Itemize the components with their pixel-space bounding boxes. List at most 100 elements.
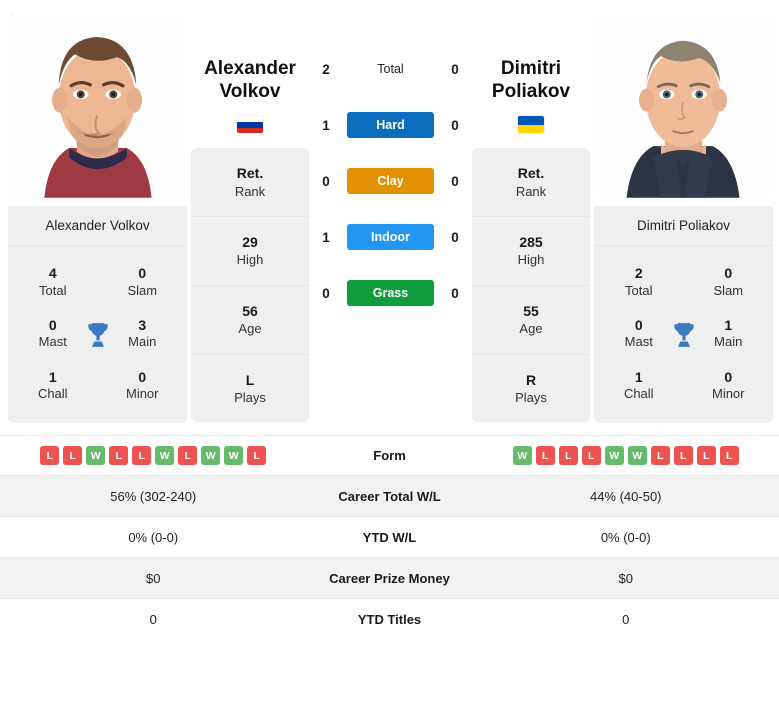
h2h-indoor-label: Indoor [347, 224, 434, 250]
form-badge-l: L [247, 446, 267, 466]
h2h-indoor-right: 0 [451, 229, 459, 245]
right-prize-money: $0 [618, 570, 633, 586]
h2h-total-right: 0 [451, 61, 459, 77]
left-player-portrait [8, 14, 187, 198]
left-prize-money: $0 [146, 570, 161, 586]
form-badge-w: W [155, 446, 175, 466]
h2h-grass-left: 0 [322, 285, 330, 301]
right-form-badges: WLLLWWLLLL [495, 446, 758, 466]
left-player-last-name: Volkov [219, 81, 281, 103]
right-titles-total: 2 Total [625, 265, 653, 298]
right-titles-chall: 1 Chall [623, 368, 654, 402]
left-player-card: Alexander Volkov 4 Total 0 Slam 0 Mast 3… [4, 14, 191, 424]
form-badge-l: L [40, 446, 60, 466]
form-badge-l: L [581, 446, 601, 466]
right-age-row: 55 Age [472, 286, 590, 355]
left-titles-total: 4 Total [39, 265, 67, 298]
form-badge-w: W [627, 446, 647, 466]
left-player-heading: Alexander Volkov [191, 41, 309, 134]
stats-label-ytd-titles: YTD Titles [357, 611, 422, 627]
left-ytd-titles: 0 [149, 611, 157, 627]
right-ytd-titles: 0 [622, 611, 630, 627]
stats-label-career-wl: Career Total W/L [338, 488, 441, 504]
left-player-name-label: Alexander Volkov [8, 206, 187, 246]
left-player-flag-russia [237, 116, 263, 134]
form-badge-w: W [512, 446, 532, 466]
h2h-hard-label: Hard [347, 112, 434, 138]
right-player-heading: Dimitri Poliakov [472, 41, 590, 134]
left-high-row: 29 High [191, 217, 309, 286]
form-badge-l: L [719, 446, 739, 466]
stats-label-prize-money: Career Prize Money [329, 570, 450, 586]
right-titles-main: 1 Main [714, 316, 743, 350]
form-badge-w: W [201, 446, 221, 466]
left-ytd-wl: 0% (0-0) [128, 529, 179, 545]
form-badge-l: L [650, 446, 670, 466]
h2h-hard-left: 1 [322, 117, 330, 133]
left-titles-minor: 0 Minor [125, 368, 159, 402]
form-badge-l: L [63, 446, 83, 466]
left-player-info: Alexander Volkov Ret. Rank 29 High 56 Ag… [191, 14, 309, 423]
form-badge-l: L [558, 446, 578, 466]
left-rank-row: Ret. Rank [191, 148, 309, 218]
left-titles-slam: 0 Slam [127, 265, 158, 298]
right-titles-slam: 0 Slam [713, 265, 744, 298]
form-badge-l: L [178, 446, 198, 466]
h2h-row-grass: 0 Grass 0 [309, 265, 472, 321]
player-comparison: Alexander Volkov 4 Total 0 Slam 0 Mast 3… [0, 14, 779, 424]
stats-label-ytd-wl: YTD W/L [362, 529, 417, 545]
right-titles-grid: 2 Total 0 Slam 0 Mast 1 Main 1 Chall 0 M… [594, 246, 773, 423]
form-badge-w: W [86, 446, 106, 466]
left-titles-chall: 1 Chall [37, 368, 68, 402]
stats-label-form: Form [373, 448, 406, 464]
h2h-clay-left: 0 [322, 173, 330, 189]
right-player-photo [594, 14, 773, 206]
right-player-last-name: Poliakov [491, 81, 571, 103]
right-titles-minor: 0 Minor [711, 368, 745, 402]
form-badge-w: W [224, 446, 244, 466]
left-age-row: 56 Age [191, 286, 309, 355]
left-titles-main: 3 Main [128, 316, 157, 350]
comparison-stats-table: LLWLLWLWWL Form WLLLWWLLLL 56% (302-240)… [0, 435, 779, 639]
stats-row-ytd-titles: 0 YTD Titles 0 [0, 598, 779, 639]
right-player-first-name: Dimitri [500, 58, 562, 79]
h2h-row-total: 2 Total 0 [309, 41, 472, 97]
h2h-row-clay: 0 Clay 0 [309, 153, 472, 209]
h2h-indoor-left: 1 [322, 229, 330, 245]
left-career-wl: 56% (302-240) [110, 488, 197, 504]
h2h-clay-label: Clay [347, 168, 434, 194]
h2h-row-hard: 1 Hard 0 [309, 97, 472, 153]
stats-row-ytd-wl: 0% (0-0) YTD W/L 0% (0-0) [0, 516, 779, 557]
h2h-row-indoor: 1 Indoor 0 [309, 209, 472, 265]
h2h-total-left: 2 [322, 61, 330, 77]
trophy-icon [87, 322, 108, 347]
stats-row-career-wl: 56% (302-240) Career Total W/L 44% (40-5… [0, 475, 779, 517]
h2h-grass-right: 0 [451, 285, 459, 301]
h2h-grass-label: Grass [347, 280, 434, 306]
right-player-portrait [594, 14, 773, 198]
form-badge-l: L [535, 446, 555, 466]
h2h-hard-right: 0 [451, 117, 459, 133]
form-badge-l: L [696, 446, 716, 466]
form-badge-l: L [673, 446, 693, 466]
h2h-total-label: Total [377, 62, 404, 76]
right-rank-row: Ret. Rank [472, 148, 590, 218]
stats-row-form: LLWLLWLWWL Form WLLLWWLLLL [0, 435, 779, 475]
head-to-head-column: 2 Total 0 1 Hard 0 0 Clay 0 1 Indoor 0 0… [309, 14, 472, 321]
right-plays-row: R Plays [515, 371, 547, 405]
form-badge-w: W [604, 446, 624, 466]
left-plays-row: L Plays [234, 371, 266, 405]
left-titles-grid: 4 Total 0 Slam 0 Mast 3 Main 1 Chall 0 M… [8, 246, 187, 423]
form-badge-l: L [109, 446, 129, 466]
left-player-photo [8, 14, 187, 206]
h2h-clay-right: 0 [451, 173, 459, 189]
right-player-card: Dimitri Poliakov 2 Total 0 Slam 0 Mast 1… [590, 14, 777, 424]
left-form-badges: LLWLLWLWWL [22, 446, 285, 466]
right-ytd-wl: 0% (0-0) [600, 529, 651, 545]
right-player-name-label: Dimitri Poliakov [594, 206, 773, 246]
right-player-info: Dimitri Poliakov Ret. Rank 285 High 55 A… [472, 14, 590, 423]
stats-row-prize-money: $0 Career Prize Money $0 [0, 557, 779, 599]
right-career-wl: 44% (40-50) [589, 488, 662, 504]
trophy-icon [673, 322, 694, 347]
right-player-flag-ukraine [518, 116, 544, 134]
